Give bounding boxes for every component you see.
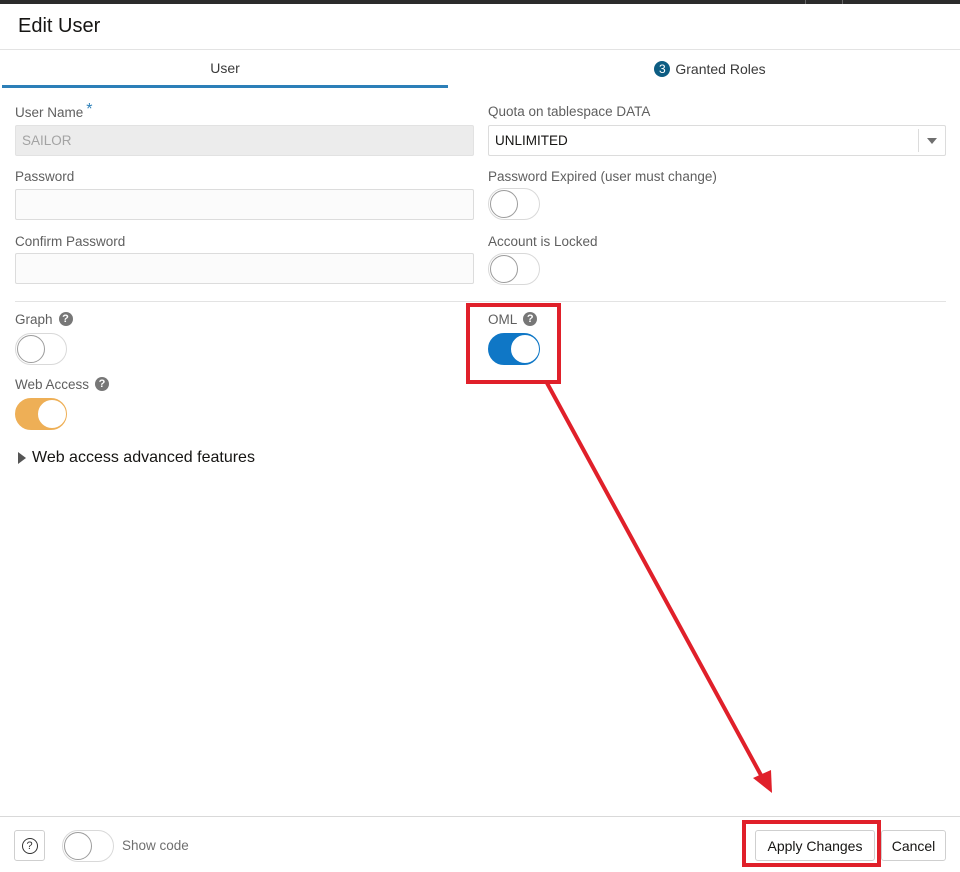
- tab-granted-roles[interactable]: 3 Granted Roles: [470, 50, 950, 88]
- show-code-label: Show code: [122, 838, 189, 853]
- dialog-title: Edit User: [18, 15, 101, 37]
- web-access-help-icon[interactable]: ?: [95, 377, 110, 391]
- tab-user[interactable]: User: [2, 50, 448, 88]
- user-name-label-text: User Name: [15, 105, 84, 120]
- user-name-label: User Name *: [15, 101, 93, 122]
- help-button[interactable]: ?: [14, 830, 45, 861]
- top-bar-divider: [842, 0, 843, 4]
- footer-divider: [0, 816, 960, 817]
- user-name-field[interactable]: SAILOR: [15, 125, 474, 156]
- password-expired-toggle[interactable]: [488, 188, 540, 220]
- toggle-knob: [490, 190, 518, 218]
- confirm-password-field[interactable]: [15, 253, 474, 284]
- quota-dropdown-button[interactable]: [918, 129, 945, 152]
- tab-user-label: User: [210, 59, 240, 76]
- tab-granted-roles-label: Granted Roles: [675, 61, 766, 77]
- annotation-highlight-apply: [742, 820, 881, 867]
- show-code-toggle[interactable]: [62, 830, 114, 862]
- graph-label: Graph?: [15, 312, 73, 328]
- granted-roles-count-badge: 3: [654, 61, 671, 77]
- caret-right-icon: [18, 452, 26, 464]
- section-divider: [15, 301, 946, 302]
- quota-label: Quota on tablespace DATA: [488, 104, 651, 119]
- graph-label-text: Graph: [15, 312, 53, 327]
- password-expired-label: Password Expired (user must change): [488, 169, 717, 184]
- web-access-advanced-label: Web access advanced features: [32, 449, 255, 466]
- annotation-highlight-oml: [466, 303, 561, 384]
- annotation-arrow-shaft: [545, 382, 764, 778]
- toggle-knob: [490, 255, 518, 283]
- web-access-toggle[interactable]: [15, 398, 67, 430]
- quota-value: UNLIMITED: [495, 133, 568, 148]
- toggle-knob: [38, 400, 66, 428]
- top-bar-divider: [805, 0, 806, 4]
- web-access-label-text: Web Access: [15, 377, 90, 392]
- toggle-knob: [17, 335, 45, 363]
- graph-help-icon[interactable]: ?: [58, 312, 73, 326]
- graph-toggle[interactable]: [15, 333, 67, 365]
- web-access-advanced-expander[interactable]: Web access advanced features: [18, 449, 255, 467]
- question-circle-icon: ?: [21, 837, 38, 854]
- account-locked-toggle[interactable]: [488, 253, 540, 285]
- web-access-label: Web Access?: [15, 377, 110, 393]
- cancel-button[interactable]: Cancel: [881, 830, 946, 861]
- chevron-down-icon: [927, 137, 937, 144]
- required-marker: *: [86, 101, 93, 118]
- top-bar: [0, 0, 960, 4]
- password-field[interactable]: [15, 189, 474, 220]
- annotation-arrow-head: [753, 770, 772, 793]
- password-label: Password: [15, 169, 75, 184]
- toggle-knob: [64, 832, 92, 860]
- quota-select[interactable]: UNLIMITED: [488, 125, 946, 156]
- account-locked-label: Account is Locked: [488, 234, 598, 249]
- user-name-value: SAILOR: [22, 133, 72, 148]
- confirm-password-label: Confirm Password: [15, 234, 126, 249]
